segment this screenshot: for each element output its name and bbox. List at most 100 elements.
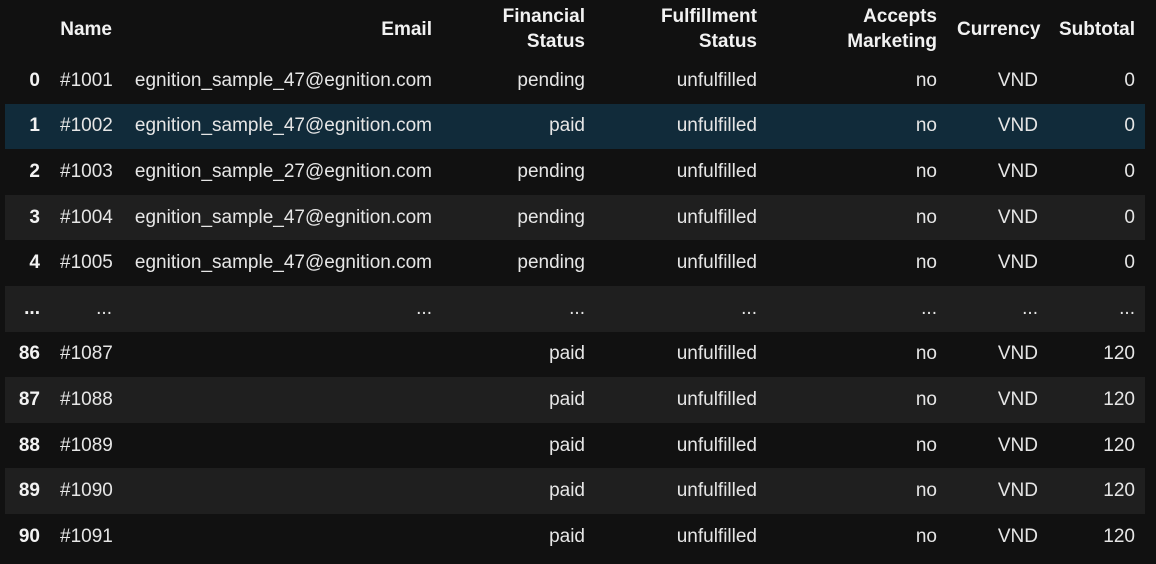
email-cell: egnition_sample_47@egnition.com [134, 115, 432, 137]
row-index: ... [24, 297, 40, 319]
row-index: 2 [29, 160, 40, 182]
table-row[interactable]: 90 #1091 paid unfulfilled no VND 120 [5, 513, 1145, 560]
table-row[interactable]: ........................ [5, 285, 1145, 332]
name-cell: ... [96, 297, 112, 319]
fulfillment-status-cell: unfulfilled [676, 434, 757, 456]
currency-cell: VND [997, 388, 1038, 410]
table-row[interactable]: 86 #1087 paid unfulfilled no VND 120 [5, 331, 1145, 378]
subtotal-cell: 120 [1103, 480, 1135, 502]
financial-status-cell: paid [549, 525, 585, 547]
currency-header-line: Currency [957, 18, 1041, 40]
financial-status-cell: pending [517, 69, 585, 91]
table-row[interactable]: 1 #1002 egnition_sample_47@egnition.com pai… [5, 103, 1145, 150]
table-header: Name Email Financial Status Fulfillment Statu… [5, 0, 1145, 58]
dataframe-table: Name Email Financial Status Fulfillment Statu… [5, 0, 1145, 560]
table-row[interactable]: 3 #1004 egnition_sample_47@egnition.com pen… [5, 194, 1145, 241]
table-row[interactable]: 2 #1003 egnition_sample_27@egnition.com pen… [5, 149, 1145, 195]
header-row: Name Email Financial Status Fulfillment Statu… [5, 0, 1145, 58]
financial-status-header: Financial Status [442, 0, 595, 58]
row-index: 0 [29, 69, 40, 91]
index-header [5, 0, 50, 58]
fulfillment-status-cell: unfulfilled [676, 525, 757, 547]
accepts-marketing-header-line: Marketing [847, 31, 937, 52]
financial-status-cell: pending [517, 160, 585, 182]
financial-status-cell: paid [549, 434, 585, 456]
financial-status-cell: pending [517, 252, 585, 274]
name-header-line: Name [60, 18, 112, 40]
currency-cell: VND [997, 206, 1038, 228]
name-cell: #1003 [60, 160, 113, 182]
financial-status-header-line: Financial [502, 6, 585, 27]
currency-header: Currency [947, 0, 1048, 58]
table-row[interactable]: 89 #1090 paid unfulfilled no VND 120 [5, 468, 1145, 514]
currency-cell: VND [997, 434, 1038, 456]
email-cell: egnition_sample_27@egnition.com [134, 160, 432, 182]
fulfillment-status-cell: unfulfilled [676, 388, 757, 410]
fulfillment-status-header: Fulfillment Status [595, 0, 767, 58]
email-cell: ... [416, 297, 432, 319]
email-cell: egnition_sample_47@egnition.com [134, 252, 432, 274]
subtotal-header-line: Subtotal [1059, 18, 1135, 40]
table-row[interactable]: 88 #1089 paid unfulfilled no VND 120 [5, 422, 1145, 469]
email-cell [122, 423, 442, 469]
financial-status-cell: paid [549, 343, 585, 365]
accepts-marketing-cell: no [915, 206, 937, 228]
accepts-marketing-header-line: Accepts [863, 6, 937, 27]
row-index: 87 [18, 388, 40, 410]
email-cell [122, 377, 442, 423]
subtotal-cell: 0 [1124, 252, 1135, 274]
subtotal-cell: 120 [1103, 525, 1135, 547]
name-cell: #1004 [60, 206, 113, 228]
subtotal-cell: ... [1119, 297, 1135, 319]
email-header-line: Email [381, 18, 432, 40]
financial-status-cell: paid [549, 388, 585, 410]
row-index: 86 [18, 343, 40, 365]
email-cell: egnition_sample_47@egnition.com [134, 69, 432, 91]
currency-cell: VND [997, 115, 1038, 137]
table-row[interactable]: 4 #1005 egnition_sample_47@egnition.com pen… [5, 240, 1145, 286]
currency-cell: VND [997, 525, 1038, 547]
fulfillment-status-header-line: Fulfillment [660, 6, 757, 27]
name-cell: #1002 [60, 115, 113, 137]
subtotal-cell: 0 [1124, 69, 1135, 91]
accepts-marketing-cell: no [915, 525, 937, 547]
subtotal-cell: 0 [1124, 206, 1135, 228]
financial-status-cell: ... [569, 297, 585, 319]
fulfillment-status-cell: unfulfilled [676, 69, 757, 91]
subtotal-header: Subtotal [1048, 0, 1145, 58]
fulfillment-status-cell: unfulfilled [676, 252, 757, 274]
fulfillment-status-cell: unfulfilled [676, 206, 757, 228]
accepts-marketing-cell: no [915, 252, 937, 274]
email-cell [122, 514, 442, 560]
fulfillment-status-header-line: Status [698, 31, 757, 52]
fulfillment-status-cell: unfulfilled [676, 160, 757, 182]
subtotal-cell: 0 [1124, 115, 1135, 137]
accepts-marketing-header: Accepts Marketing [767, 0, 947, 58]
accepts-marketing-cell: no [915, 343, 937, 365]
email-cell [122, 332, 442, 378]
financial-status-header-line: Status [526, 31, 585, 52]
name-cell: #1087 [60, 343, 113, 365]
table-row[interactable]: 87 #1088 paid unfulfilled no VND 120 [5, 377, 1145, 423]
name-cell: #1090 [60, 480, 113, 502]
row-index: 3 [29, 206, 40, 228]
financial-status-cell: paid [549, 115, 585, 137]
currency-cell: VND [997, 69, 1038, 91]
email-header: Email [122, 0, 442, 58]
currency-cell: VND [997, 343, 1038, 365]
row-index: 1 [29, 115, 40, 137]
name-cell: #1001 [60, 69, 113, 91]
name-cell: #1089 [60, 434, 113, 456]
currency-cell: VND [997, 480, 1038, 502]
accepts-marketing-cell: ... [921, 297, 937, 319]
currency-cell: VND [997, 160, 1038, 182]
row-index: 88 [18, 434, 40, 456]
currency-cell: VND [997, 252, 1038, 274]
financial-status-cell: paid [549, 480, 585, 502]
table-row[interactable]: 0 #1001 egnition_sample_47@egnition.com pen… [5, 58, 1145, 104]
fulfillment-status-cell: unfulfilled [676, 115, 757, 137]
subtotal-cell: 120 [1103, 343, 1135, 365]
subtotal-cell: 120 [1103, 434, 1135, 456]
name-header: Name [50, 0, 122, 58]
name-cell: #1091 [60, 525, 113, 547]
